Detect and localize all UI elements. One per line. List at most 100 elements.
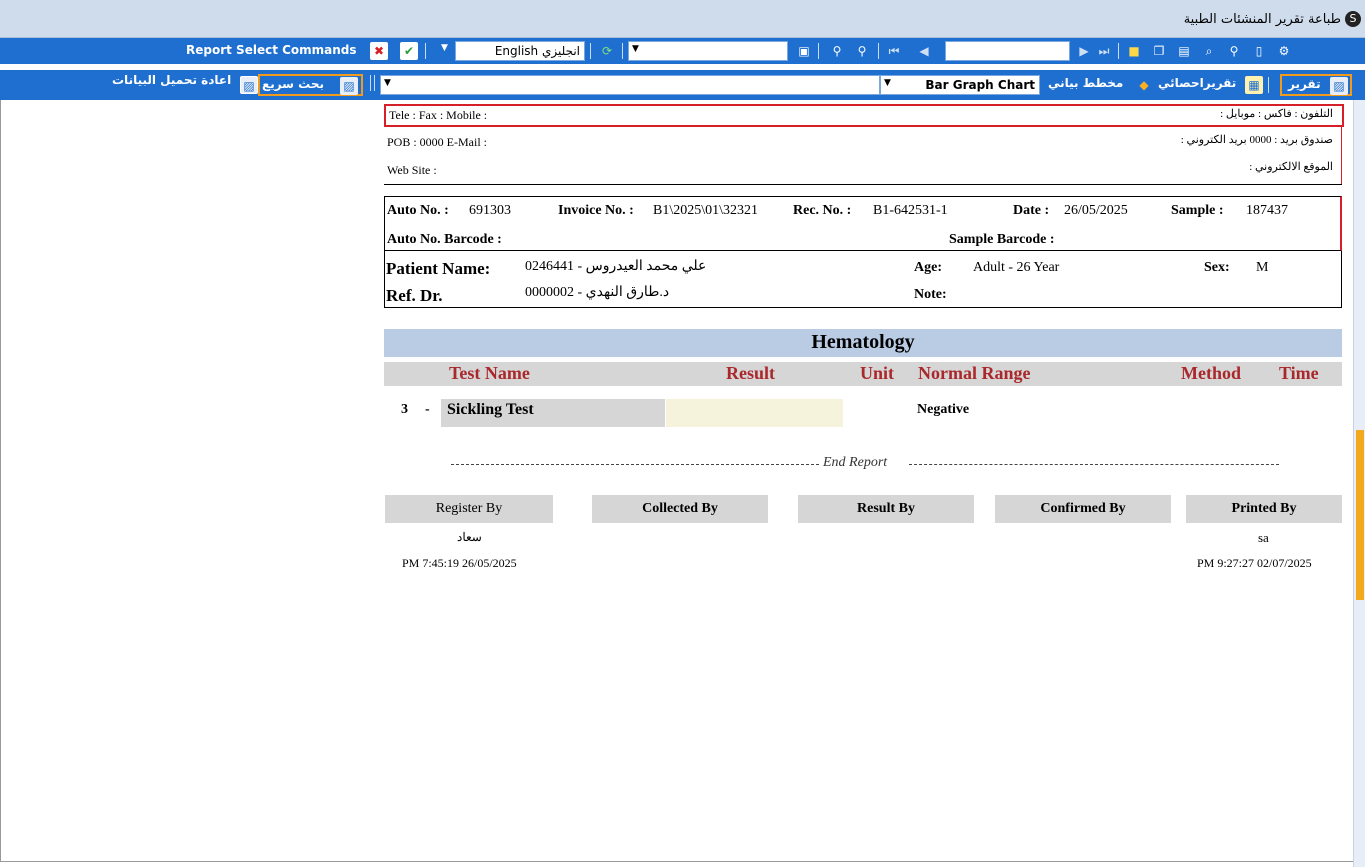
rec-no: B1-642531-1: [873, 203, 948, 218]
language-secondary-select[interactable]: ▼: [628, 41, 788, 61]
end-report-label: End Report: [823, 455, 888, 470]
test-name: Sickling Test: [441, 399, 665, 427]
zoom-in-icon[interactable]: ⚲: [853, 42, 871, 60]
patient-name-label: Patient Name:: [386, 259, 491, 278]
col-unit: Unit: [860, 363, 895, 383]
header-divider: [384, 184, 1342, 185]
age-label: Age:: [914, 260, 942, 275]
page-number-input[interactable]: [945, 41, 1070, 61]
end-report-dash-right: [909, 464, 1279, 465]
invoice-no: B1\2025\01\32321: [653, 203, 759, 218]
patient-sex: M: [1256, 260, 1269, 275]
stats-grid-icon: ▦: [1245, 76, 1263, 94]
chart-type-select[interactable]: ▼ Bar Graph Chart: [880, 75, 1040, 95]
tele-ar: التلفون : فاكس : موبايل :: [1220, 108, 1333, 120]
web-en: Web Site :: [387, 163, 437, 177]
printed-time: PM 9:27:27 02/07/2025: [1197, 556, 1312, 570]
copy-icon[interactable]: ❐: [1150, 42, 1168, 60]
tele-en: Tele : Fax : Mobile :: [389, 108, 488, 122]
last-page-icon[interactable]: ⏭: [1095, 42, 1113, 60]
col-normal-range: Normal Range: [918, 363, 1031, 383]
title-bar: S طباعة تقرير المنشئات الطبية: [0, 0, 1365, 38]
ref-dr-label: Ref. Dr.: [386, 286, 443, 305]
section-header: Hematology: [384, 329, 1342, 357]
collected-by-box: Collected By: [592, 495, 768, 523]
pob-ar: صندوق بريد : 0000 بريد الكتروني :: [1180, 134, 1333, 146]
next-page-icon[interactable]: ▶: [1075, 42, 1093, 60]
web-ar: الموقع الالكتروني :: [1249, 161, 1333, 173]
header-right-border: [1341, 127, 1342, 184]
quick-search-button[interactable]: بحث سريع ▨: [258, 74, 363, 96]
note-icon[interactable]: ■: [1125, 42, 1143, 60]
printed-by-name: sa: [1258, 530, 1269, 545]
report-select-commands-label: Report Select Commands: [186, 43, 357, 57]
col-method: Method: [1181, 363, 1241, 383]
page-icon[interactable]: ▯: [1250, 42, 1268, 60]
invoice-no-label: Invoice No. :: [558, 203, 634, 218]
report-tab[interactable]: تقرير ▨: [1280, 74, 1352, 96]
apply-check-icon[interactable]: ✔: [400, 42, 418, 60]
col-test-name: Test Name: [449, 363, 530, 383]
scrollbar-thumb[interactable]: [1356, 430, 1364, 600]
report-tab-label: تقرير: [1288, 77, 1321, 91]
vertical-scrollbar[interactable]: [1353, 100, 1365, 867]
stats-report-tab[interactable]: تقريراحصائي: [1158, 76, 1236, 90]
auto-no-label: Auto No. :: [387, 203, 449, 218]
sex-label: Sex:: [1204, 260, 1230, 275]
date-label: Date :: [1013, 203, 1050, 218]
zoom-out-icon[interactable]: ⚲: [828, 42, 846, 60]
register-time: PM 7:45:19 26/05/2025: [402, 556, 517, 570]
quick-search-label: بحث سريع: [262, 77, 325, 91]
refresh-icon[interactable]: ⟳: [598, 42, 616, 60]
reload-image-icon[interactable]: ▨: [240, 76, 258, 94]
patient-age: Adult - 26 Year: [973, 260, 1060, 275]
language-select-value: English انجليزي: [494, 44, 580, 58]
contact-highlight: [384, 104, 1344, 127]
rec-no-label: Rec. No. :: [793, 203, 852, 218]
register-by-box: Register By: [385, 495, 553, 523]
ref-dr: د.طارق النهدي - 0000002: [525, 285, 670, 300]
find-icon[interactable]: ⌕: [1200, 42, 1218, 60]
view-toolbar: اعادة تحميل البيانات ▨ بحث سريع ▨ ▼ ▼ Ba…: [0, 70, 1365, 100]
test-normal-range: Negative: [917, 402, 970, 417]
test-result: [666, 399, 843, 427]
result-by-box: Result By: [798, 495, 974, 523]
report-image-icon: ▨: [1330, 77, 1348, 95]
reload-data-button[interactable]: اعادة تحميل البيانات: [112, 73, 231, 87]
quick-search-icon: ▨: [340, 77, 358, 95]
language-select[interactable]: English انجليزي: [455, 41, 585, 61]
note-label: Note:: [914, 287, 947, 302]
sample-barcode-label: Sample Barcode :: [949, 232, 1055, 247]
export-icon[interactable]: ▣: [795, 42, 813, 60]
close-report-icon[interactable]: ✖: [370, 42, 388, 60]
test-dash: -: [425, 402, 430, 417]
invoice-date: 26/05/2025: [1064, 203, 1128, 218]
col-time: Time: [1279, 363, 1319, 383]
auto-barcode-label: Auto No. Barcode :: [387, 232, 502, 247]
chart-tab[interactable]: مخطط بياني: [1048, 76, 1123, 90]
chart-type-value: Bar Graph Chart: [925, 78, 1035, 92]
test-number: 3: [401, 402, 408, 417]
results-column-headers: Test Name Result Unit Normal Range Metho…: [384, 362, 1342, 386]
save-icon[interactable]: ▤: [1175, 42, 1193, 60]
commands-dropdown-arrow[interactable]: ▼: [438, 41, 450, 61]
chart-cube-icon: ◆: [1139, 78, 1149, 92]
search-icon[interactable]: ⚲: [1225, 42, 1243, 60]
report-preview[interactable]: Tele : Fax : Mobile : التلفون : فاكس : م…: [0, 100, 1353, 862]
window-title: طباعة تقرير المنشئات الطبية: [1183, 12, 1341, 27]
printed-by-box: Printed By: [1186, 495, 1342, 523]
register-by-name: سعاد: [457, 530, 482, 544]
col-result: Result: [726, 363, 775, 383]
report-filter-select[interactable]: ▼: [380, 75, 880, 95]
confirmed-by-box: Confirmed By: [995, 495, 1171, 523]
auto-no: 691303: [469, 203, 511, 218]
sample-no: 187437: [1246, 203, 1288, 218]
app-icon: S: [1345, 11, 1361, 27]
report-toolbar: Report Select Commands ✖ ✔ ▼ English انج…: [0, 38, 1365, 64]
settings-icon[interactable]: ⚙: [1275, 42, 1293, 60]
patient-name: علي محمد العيدروس - 0246441: [525, 259, 707, 274]
end-report-dash-left: [451, 464, 819, 465]
prev-page-icon[interactable]: ◀: [915, 42, 933, 60]
sample-label: Sample :: [1171, 203, 1224, 218]
first-page-icon[interactable]: ⏮: [885, 42, 903, 60]
